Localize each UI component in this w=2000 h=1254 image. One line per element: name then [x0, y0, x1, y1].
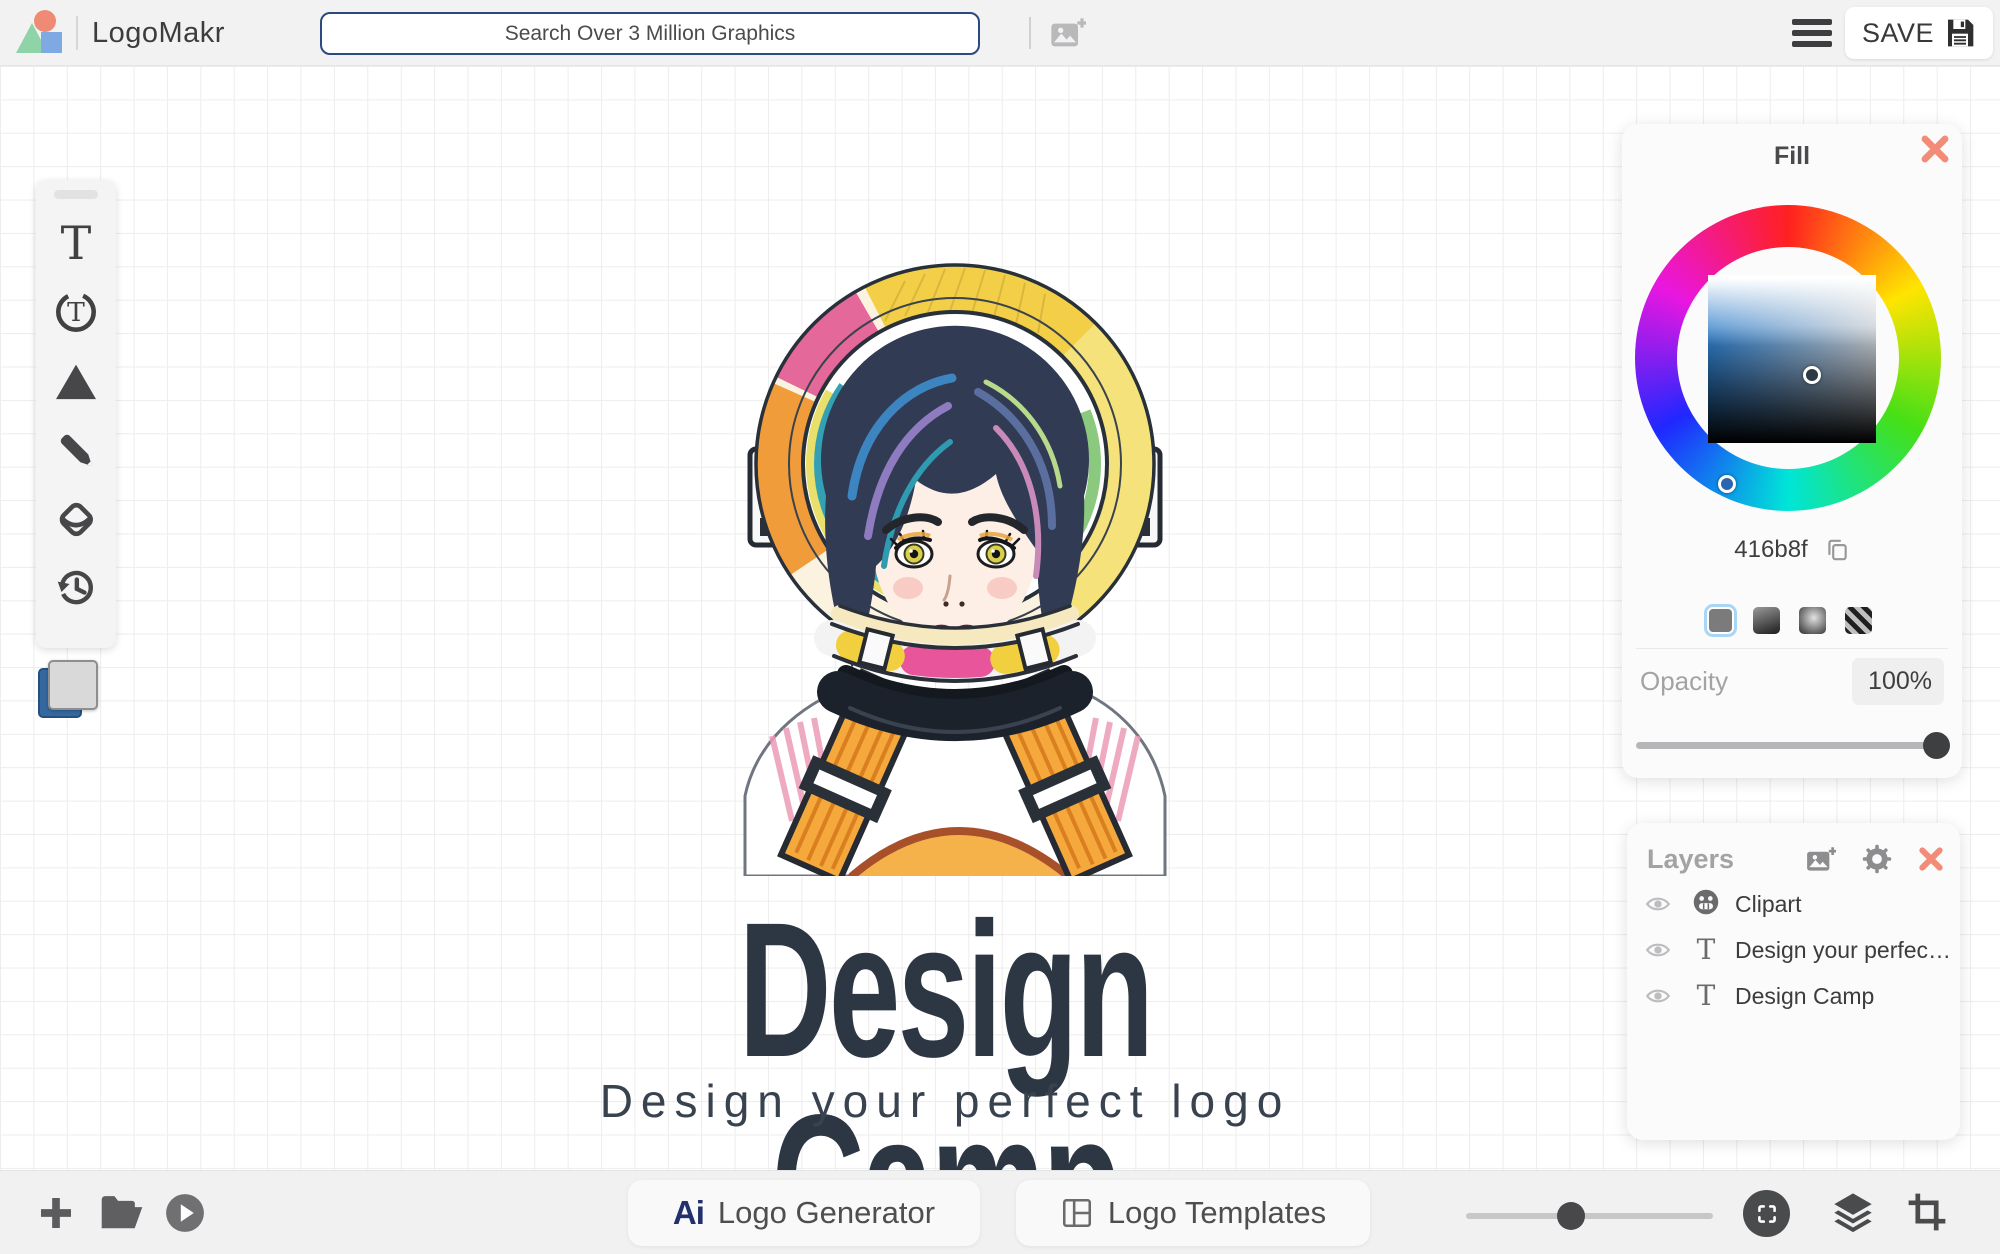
save-label: SAVE	[1861, 17, 1935, 48]
foreground-color-swatch[interactable]	[48, 660, 98, 710]
logomakr-logo-icon[interactable]	[14, 9, 64, 57]
add-icon[interactable]	[36, 1193, 76, 1233]
clipart-astronaut-girl[interactable]	[700, 236, 1210, 885]
ai-icon: Ai	[672, 1194, 705, 1231]
text-tool-button[interactable]: T	[50, 217, 102, 269]
tools-sidebar: T T	[36, 180, 116, 648]
solid-fill-swatch[interactable]	[1704, 604, 1737, 637]
curved-text-icon: T	[56, 292, 96, 332]
layer-label: Design Camp	[1735, 982, 1875, 1009]
search-input[interactable]	[320, 12, 980, 55]
fit-screen-button[interactable]	[1743, 1190, 1790, 1237]
saturation-value-square[interactable]	[1708, 275, 1876, 443]
radial-gradient-swatch[interactable]	[1799, 607, 1826, 634]
layer-label: Design your perfec…	[1735, 936, 1952, 963]
layer-row-title-text[interactable]: T Design Camp	[1627, 973, 1960, 1019]
pattern-fill-swatch[interactable]	[1845, 607, 1872, 634]
layers-panel: Layers Clipart T Design your perfec… T D…	[1627, 823, 1960, 1140]
logo-generator-button[interactable]: Ai Logo Generator	[628, 1180, 980, 1246]
play-icon[interactable]	[164, 1192, 206, 1234]
app-title: LogoMakr	[92, 17, 225, 49]
opacity-value-field[interactable]: 100%	[1852, 658, 1944, 705]
fill-panel-divider	[1636, 648, 1948, 649]
history-icon	[57, 570, 93, 605]
zoom-slider-knob[interactable]	[1557, 1202, 1585, 1230]
current-color-indicator[interactable]	[38, 660, 100, 726]
open-folder-icon[interactable]	[100, 1193, 144, 1233]
svg-text:T: T	[67, 297, 85, 328]
curved-text-tool-button[interactable]: T	[50, 286, 102, 338]
opacity-slider[interactable]	[1636, 732, 1950, 759]
top-toolbar: LogoMakr SAVE	[0, 0, 2000, 66]
bottom-toolbar: Ai Logo Generator Logo Templates	[0, 1170, 2000, 1254]
clipart-smiley-icon	[1693, 889, 1719, 914]
layer-row-clipart[interactable]: Clipart	[1627, 881, 1960, 927]
hue-picker-dot[interactable]	[1718, 475, 1736, 493]
fill-panel: Fill 416b8f Opacity 100%	[1622, 124, 1962, 778]
fill-tool-button[interactable]	[50, 493, 102, 545]
header-divider-2	[1029, 17, 1031, 49]
crop-icon[interactable]	[1906, 1191, 1948, 1233]
saturation-picker-dot[interactable]	[1803, 366, 1821, 384]
logo-generator-label: Logo Generator	[717, 1195, 936, 1230]
save-button[interactable]: SAVE	[1845, 7, 1993, 59]
visibility-eye-icon[interactable]	[1645, 986, 1671, 1006]
fill-panel-title: Fill	[1773, 142, 1811, 170]
logo-templates-button[interactable]: Logo Templates	[1016, 1180, 1370, 1246]
floppy-save-icon	[1948, 19, 1974, 47]
layers-panel-title: Layers	[1647, 843, 1735, 874]
history-tool-button[interactable]	[50, 562, 102, 614]
visibility-eye-icon[interactable]	[1645, 940, 1671, 960]
text-layer-icon: T	[1696, 979, 1716, 1012]
linear-gradient-swatch[interactable]	[1753, 607, 1780, 634]
hamburger-menu-icon[interactable]	[1792, 19, 1832, 47]
logo-templates-label: Logo Templates	[1107, 1195, 1327, 1230]
drag-handle[interactable]	[54, 190, 98, 199]
logomakr-app: Design Camp Design your perfect logo Log…	[0, 0, 2000, 1254]
text-tool-icon: T	[60, 216, 92, 270]
draw-tool-button[interactable]	[50, 424, 102, 476]
zoom-slider[interactable]	[1466, 1202, 1713, 1230]
templates-icon	[1062, 1198, 1091, 1228]
text-layer-icon: T	[1696, 933, 1716, 966]
layers-panel-close-icon[interactable]	[1918, 846, 1944, 872]
image-add-icon[interactable]	[1050, 17, 1086, 49]
shapes-tool-button[interactable]	[50, 355, 102, 407]
layers-stack-icon[interactable]	[1830, 1189, 1876, 1235]
opacity-slider-knob[interactable]	[1923, 732, 1950, 759]
image-add-icon[interactable]	[1806, 846, 1836, 873]
copy-icon[interactable]	[1824, 537, 1850, 563]
pencil-icon	[60, 434, 93, 467]
opacity-label: Opacity	[1640, 666, 1729, 696]
hex-color-value[interactable]: 416b8f	[1734, 536, 1807, 564]
canvas-text-tagline[interactable]: Design your perfect logo	[450, 1074, 1440, 1128]
gear-icon[interactable]	[1862, 844, 1892, 874]
layer-row-tagline-text[interactable]: T Design your perfec…	[1627, 927, 1960, 973]
header-divider	[76, 16, 78, 50]
visibility-eye-icon[interactable]	[1645, 894, 1671, 914]
triangle-shape-icon	[56, 364, 96, 400]
paint-bucket-icon	[59, 502, 93, 537]
fill-type-swatches	[1704, 604, 1872, 637]
fit-screen-icon	[1757, 1204, 1776, 1223]
layer-label: Clipart	[1735, 890, 1802, 917]
